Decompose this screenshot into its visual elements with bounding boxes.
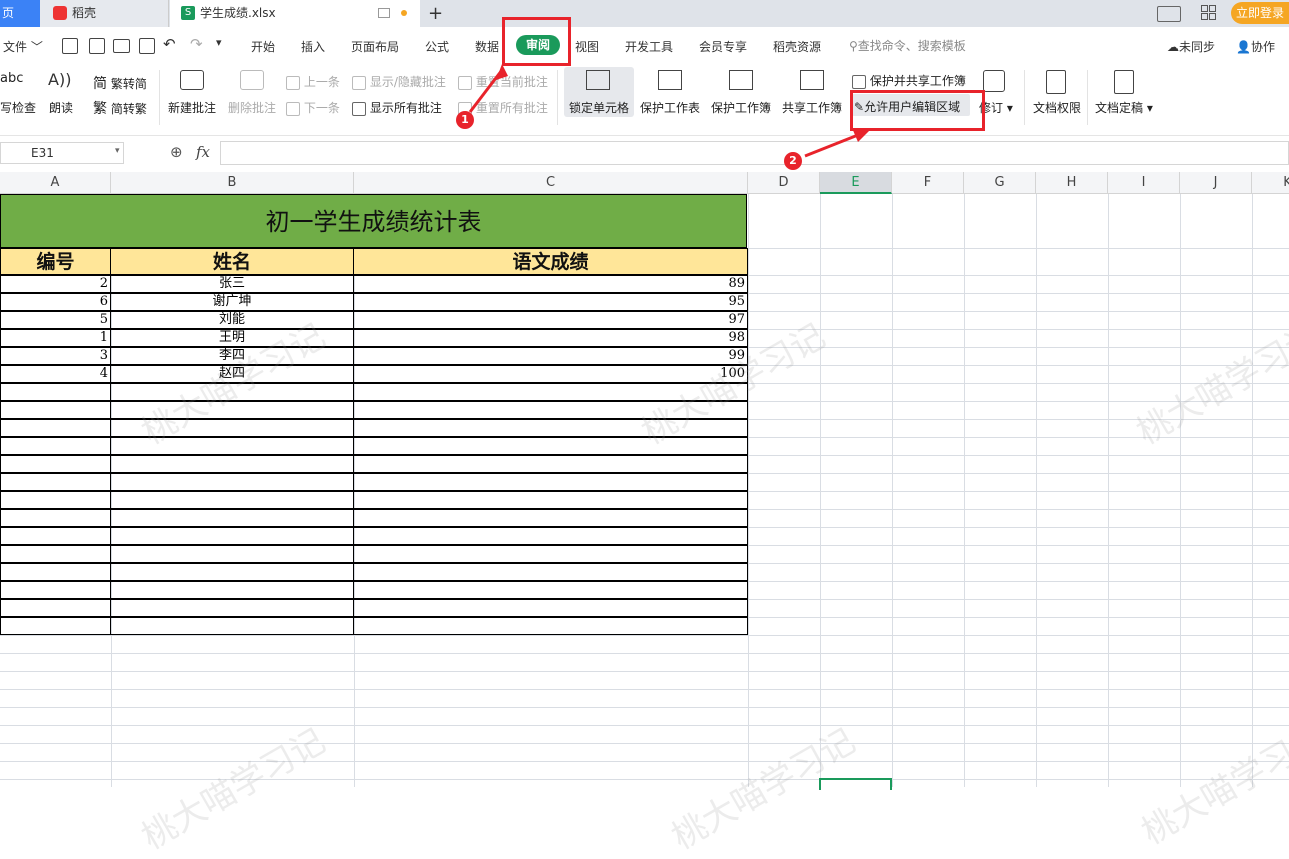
cell-empty[interactable] [110, 617, 354, 635]
cell-name[interactable]: 谢广坤 [110, 293, 354, 311]
cell-empty[interactable] [0, 599, 111, 617]
grid-hline [0, 671, 1289, 672]
cell-empty[interactable] [353, 527, 748, 545]
cell-empty[interactable] [0, 581, 111, 599]
cell-empty[interactable] [110, 599, 354, 617]
cell-empty[interactable] [0, 563, 111, 581]
cell-empty[interactable] [110, 455, 354, 473]
cell-empty[interactable] [110, 473, 354, 491]
cell-empty[interactable] [0, 455, 111, 473]
selected-cell[interactable] [819, 778, 892, 790]
cell-empty[interactable] [353, 599, 748, 617]
cell-score[interactable]: 95 [353, 293, 748, 311]
cell-empty[interactable] [110, 509, 354, 527]
cell-empty[interactable] [0, 419, 111, 437]
cell-empty[interactable] [353, 491, 748, 509]
annotation-arrows [468, 64, 870, 158]
cell-id[interactable]: 2 [0, 275, 111, 293]
cell-empty[interactable] [353, 617, 748, 635]
watermark: 桃大喵学习记 [1130, 316, 1289, 453]
header-name[interactable]: 姓名 [110, 248, 354, 275]
cell-empty[interactable] [0, 527, 111, 545]
cell-empty[interactable] [110, 491, 354, 509]
cell-score[interactable]: 97 [353, 311, 748, 329]
cell-empty[interactable] [0, 473, 111, 491]
cell-empty[interactable] [0, 401, 111, 419]
annotation-arrowhead-1 [496, 64, 508, 80]
cell-empty[interactable] [353, 509, 748, 527]
cell-score[interactable]: 89 [353, 275, 748, 293]
cell-empty[interactable] [0, 383, 111, 401]
watermark: 桃大喵学习记 [1135, 716, 1289, 853]
grid-hline [0, 707, 1289, 708]
cell-empty[interactable] [0, 545, 111, 563]
cell-empty[interactable] [110, 545, 354, 563]
spreadsheet-grid[interactable]: A B C D E F G H I J K 初一学生成绩统计表 编号 姓名 语文… [0, 172, 1289, 858]
grid-hline [0, 761, 1289, 762]
grid-hline [0, 635, 1289, 636]
cell-empty[interactable] [110, 437, 354, 455]
cell-id[interactable]: 5 [0, 311, 111, 329]
cell-empty[interactable] [0, 437, 111, 455]
cell-score[interactable]: 98 [353, 329, 748, 347]
cell-empty[interactable] [110, 527, 354, 545]
grid-hline [0, 743, 1289, 744]
cell-empty[interactable] [353, 545, 748, 563]
cell-name[interactable]: 张三 [110, 275, 354, 293]
header-id[interactable]: 编号 [0, 248, 111, 275]
cell-empty[interactable] [110, 581, 354, 599]
cell-score[interactable]: 99 [353, 347, 748, 365]
grid-hline [0, 725, 1289, 726]
cell-empty[interactable] [0, 509, 111, 527]
cell-empty[interactable] [353, 437, 748, 455]
sheet-title[interactable]: 初一学生成绩统计表 [0, 194, 747, 248]
cell-empty[interactable] [353, 473, 748, 491]
cell-id[interactable]: 4 [0, 365, 111, 383]
cell-empty[interactable] [0, 491, 111, 509]
annotation-badge-1: 1 [456, 111, 474, 129]
grid-hline [0, 653, 1289, 654]
cell-empty[interactable] [353, 563, 748, 581]
cell-empty[interactable] [353, 455, 748, 473]
cell-id[interactable]: 1 [0, 329, 111, 347]
cell-id[interactable]: 3 [0, 347, 111, 365]
cell-empty[interactable] [353, 581, 748, 599]
grid-hline [0, 689, 1289, 690]
header-score[interactable]: 语文成绩 [353, 248, 748, 275]
cell-empty[interactable] [110, 563, 354, 581]
annotation-arrow-1 [468, 69, 504, 113]
annotation-arrow-2 [804, 133, 859, 158]
annotation-badge-2: 2 [784, 152, 802, 170]
cell-empty[interactable] [0, 617, 111, 635]
cell-id[interactable]: 6 [0, 293, 111, 311]
